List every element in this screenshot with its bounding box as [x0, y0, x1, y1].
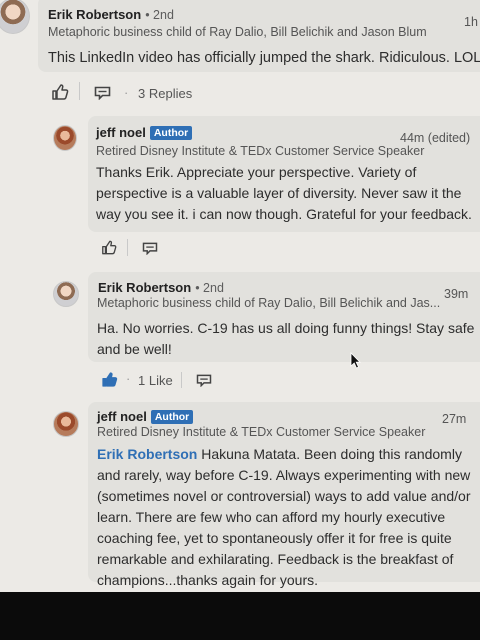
comment-icon[interactable]	[142, 242, 158, 255]
author-headline: Retired Disney Institute & TEDx Customer…	[96, 144, 425, 158]
replies-link[interactable]: 3 Replies	[138, 86, 192, 101]
avatar[interactable]	[53, 411, 79, 437]
action-divider	[181, 372, 182, 388]
author-headline: Metaphoric business child of Ray Dalio, …	[97, 296, 441, 310]
avatar[interactable]	[53, 125, 77, 151]
reply-text: Thanks Erik. Appreciate your perspective…	[96, 164, 472, 222]
author-badge: Author	[149, 126, 193, 140]
likes-count[interactable]: 1 Like	[138, 373, 173, 388]
reply-text-body: Hakuna Matata. Been doing this randomly …	[97, 446, 471, 588]
action-divider	[127, 239, 128, 256]
action-divider	[79, 82, 80, 100]
liked-icon[interactable]	[101, 372, 118, 387]
reply-author[interactable]: jeff noel Author	[96, 125, 193, 140]
device-bezel	[0, 592, 480, 640]
comment-time: 1h	[464, 15, 478, 29]
action-dot: ·	[124, 85, 129, 100]
comment-text: This LinkedIn video has officially jumpe…	[48, 50, 480, 66]
comment-icon[interactable]	[196, 374, 212, 387]
mention-link[interactable]: Erik Robertson	[97, 446, 197, 462]
author-name[interactable]: jeff noel	[96, 125, 146, 140]
comment-author[interactable]: Erik Robertson • 2nd	[48, 7, 174, 22]
reply-author[interactable]: Erik Robertson • 2nd	[98, 280, 224, 295]
author-name[interactable]: Erik Robertson	[98, 280, 191, 295]
author-headline: Metaphoric business child of Ray Dalio, …	[48, 25, 427, 39]
author-name[interactable]: Erik Robertson	[48, 7, 141, 22]
reply-author[interactable]: jeff noel Author	[97, 409, 194, 424]
avatar[interactable]	[53, 281, 79, 307]
comment-icon[interactable]	[94, 86, 111, 100]
author-badge: Author	[150, 410, 194, 424]
author-name[interactable]: jeff noel	[97, 409, 147, 424]
connection-degree: • 2nd	[145, 8, 174, 22]
reply-time: 39m	[444, 287, 469, 301]
reply-time: 27m	[442, 412, 467, 426]
action-dot: ·	[126, 371, 131, 386]
like-icon[interactable]	[101, 240, 117, 255]
reply-text: Ha. No worries. C-19 has us all doing fu…	[97, 320, 475, 357]
reply-time: 44m (edited)	[400, 131, 471, 145]
mouse-pointer-icon	[350, 352, 361, 369]
reply-text: Erik Robertson Hakuna Matata. Been doing…	[97, 444, 480, 591]
author-headline: Retired Disney Institute & TEDx Customer…	[97, 425, 426, 439]
avatar[interactable]	[0, 0, 30, 34]
like-icon[interactable]	[51, 84, 69, 100]
comments-thread: Erik Robertson • 2nd Metaphoric business …	[0, 0, 480, 592]
connection-degree: • 2nd	[195, 281, 224, 295]
